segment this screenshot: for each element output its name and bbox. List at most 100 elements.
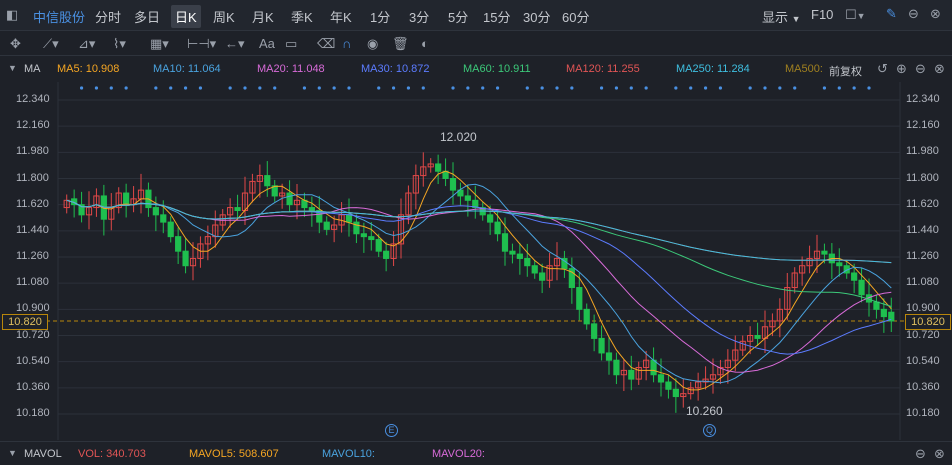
display-label: 显示 bbox=[762, 10, 789, 25]
event-dot bbox=[198, 86, 203, 90]
candle-body bbox=[494, 221, 501, 235]
tab-multi-day[interactable]: 多日 bbox=[134, 7, 160, 26]
y-tick-label-l: 11.080 bbox=[16, 276, 49, 289]
tab-weekly-k[interactable]: 周K bbox=[213, 7, 235, 26]
y-tick-label-l: 10.900 bbox=[16, 302, 50, 315]
tab-intraday[interactable]: 分时 bbox=[95, 7, 121, 26]
candle-body bbox=[613, 359, 620, 376]
event-dot bbox=[317, 86, 321, 90]
add-icon[interactable]: ⊕ bbox=[896, 61, 907, 77]
event-dot bbox=[228, 86, 232, 90]
y-tick-label-r: 11.980 bbox=[906, 145, 939, 158]
ma250-line bbox=[66, 199, 892, 264]
current-price-tag-right: 10.820 bbox=[905, 314, 951, 330]
candle-body bbox=[286, 192, 293, 206]
candle-body bbox=[516, 253, 523, 259]
candle-body bbox=[345, 214, 353, 223]
sidebar-toggle-icon[interactable]: ◧ bbox=[6, 7, 18, 23]
crosshair-icon[interactable]: ✥ bbox=[10, 36, 21, 52]
line-tool-icon[interactable]: ⟋▾ bbox=[43, 36, 59, 52]
range-tool-icon[interactable]: ⊢⊣▾ bbox=[187, 36, 216, 52]
current-price-tag-left: 10.820 bbox=[2, 314, 48, 330]
remove-icon[interactable]: ⊖ bbox=[915, 61, 926, 77]
volume-legend-bar: ▼ MAVOL VOL: 340.703 MAVOL5: 508.607 MAV… bbox=[0, 441, 952, 465]
eraser-icon[interactable]: ⌫ bbox=[317, 36, 335, 52]
y-tick-label-r: 10.900 bbox=[906, 302, 940, 315]
f10-button[interactable]: F10 bbox=[811, 7, 833, 22]
wave-tool-icon[interactable]: ⌇▾ bbox=[113, 36, 126, 52]
candle-body bbox=[665, 381, 672, 390]
event-marker-e[interactable]: E bbox=[385, 424, 398, 437]
candle-body bbox=[851, 272, 858, 281]
tab-60min[interactable]: 60分 bbox=[562, 7, 589, 26]
adjust-mode[interactable]: 前复权 bbox=[829, 63, 862, 79]
event-dot bbox=[243, 86, 247, 90]
event-dot bbox=[481, 86, 485, 90]
y-tick-label-r: 10.540 bbox=[906, 354, 940, 367]
ma-title[interactable]: MA bbox=[24, 63, 41, 75]
minimize-icon[interactable]: ⊖ bbox=[908, 6, 919, 22]
tab-3min[interactable]: 3分 bbox=[409, 7, 429, 26]
remove-volume-icon[interactable]: ⊖ bbox=[915, 446, 926, 462]
event-marker-q[interactable]: Q bbox=[703, 424, 716, 437]
candle-body bbox=[175, 236, 182, 252]
trash-icon[interactable]: 🗑 bbox=[392, 36, 409, 52]
tab-1min[interactable]: 1分 bbox=[370, 7, 390, 26]
ma20-value: MA20: 11.048 bbox=[257, 63, 325, 75]
event-dot bbox=[599, 86, 604, 90]
event-dot bbox=[629, 86, 633, 90]
tab-quarterly-k[interactable]: 季K bbox=[291, 7, 313, 26]
candle-body bbox=[672, 388, 679, 398]
chart-tool-icon[interactable]: ▦▾ bbox=[150, 36, 169, 52]
tab-daily-k[interactable]: 日K bbox=[171, 5, 201, 28]
candle-body bbox=[167, 221, 174, 238]
comment-icon[interactable]: ▭ bbox=[285, 36, 297, 52]
close-icon[interactable]: ⊗ bbox=[930, 6, 941, 22]
collapse-volume-icon[interactable]: ▼ bbox=[8, 448, 17, 458]
reset-icon[interactable]: ↺ bbox=[877, 61, 888, 77]
y-tick-label-r: 11.260 bbox=[906, 250, 939, 262]
event-dot bbox=[183, 86, 188, 90]
y-tick-label-l: 12.340 bbox=[16, 93, 50, 105]
kline-chart[interactable]: 12.340 12.340 12.160 12.160 11.980 11.980 11.8… bbox=[0, 82, 952, 440]
tab-5min[interactable]: 5分 bbox=[448, 7, 468, 26]
arrow-tool-icon[interactable]: ←▾ bbox=[225, 36, 245, 52]
top-bar: ◧ 中信股份 分时 多日 日K 周K 月K 季K 年K 1分 3分 5分 15分… bbox=[0, 0, 952, 31]
event-dot bbox=[377, 86, 381, 90]
ma10-value: MA10: 11.064 bbox=[153, 63, 221, 75]
collapse-icon[interactable]: ▼ bbox=[8, 63, 17, 73]
y-tick-label-r: 10.720 bbox=[906, 328, 940, 341]
chevron-down-icon: ▼ bbox=[791, 14, 801, 24]
mavol5-value: MAVOL5: 508.607 bbox=[189, 448, 279, 460]
mavol-title[interactable]: MAVOL bbox=[24, 448, 62, 460]
tab-15min[interactable]: 15分 bbox=[483, 7, 510, 26]
settings-volume-icon[interactable]: ⊗ bbox=[934, 446, 945, 462]
event-dot bbox=[347, 86, 351, 90]
mavol20-value: MAVOL20: bbox=[432, 448, 485, 460]
high-annotation: 12.020 bbox=[440, 130, 477, 144]
eye-icon[interactable]: ◉ bbox=[367, 36, 378, 52]
y-tick-label-l: 11.260 bbox=[16, 250, 49, 262]
tab-yearly-k[interactable]: 年K bbox=[330, 7, 352, 26]
shape-tool-icon[interactable]: ⊿▾ bbox=[78, 36, 95, 52]
magnet-icon[interactable]: ∩ bbox=[342, 36, 351, 51]
tab-30min[interactable]: 30分 bbox=[523, 7, 550, 26]
checkbox-icon[interactable]: ☐▼ bbox=[845, 7, 866, 23]
text-tool-icon[interactable]: Aa bbox=[259, 36, 275, 51]
candle-body bbox=[605, 352, 613, 361]
candle-body bbox=[650, 359, 657, 376]
pen-icon[interactable]: ✎ bbox=[886, 6, 897, 22]
candle-body bbox=[353, 221, 360, 235]
event-dot bbox=[169, 86, 173, 90]
candle-body bbox=[323, 221, 330, 230]
event-dot bbox=[94, 86, 99, 90]
candle-body bbox=[383, 250, 390, 259]
ma60-value: MA60: 10.911 bbox=[463, 63, 531, 75]
tab-monthly-k[interactable]: 月K bbox=[252, 7, 274, 26]
toggle-icon[interactable]: ◐ bbox=[421, 36, 429, 51]
display-menu[interactable]: 显示 ▼ bbox=[762, 7, 801, 26]
settings-icon[interactable]: ⊗ bbox=[934, 61, 945, 77]
y-tick-label-l: 10.540 bbox=[16, 354, 50, 367]
candle-body bbox=[449, 178, 457, 191]
stock-name[interactable]: 中信股份 bbox=[33, 7, 85, 26]
